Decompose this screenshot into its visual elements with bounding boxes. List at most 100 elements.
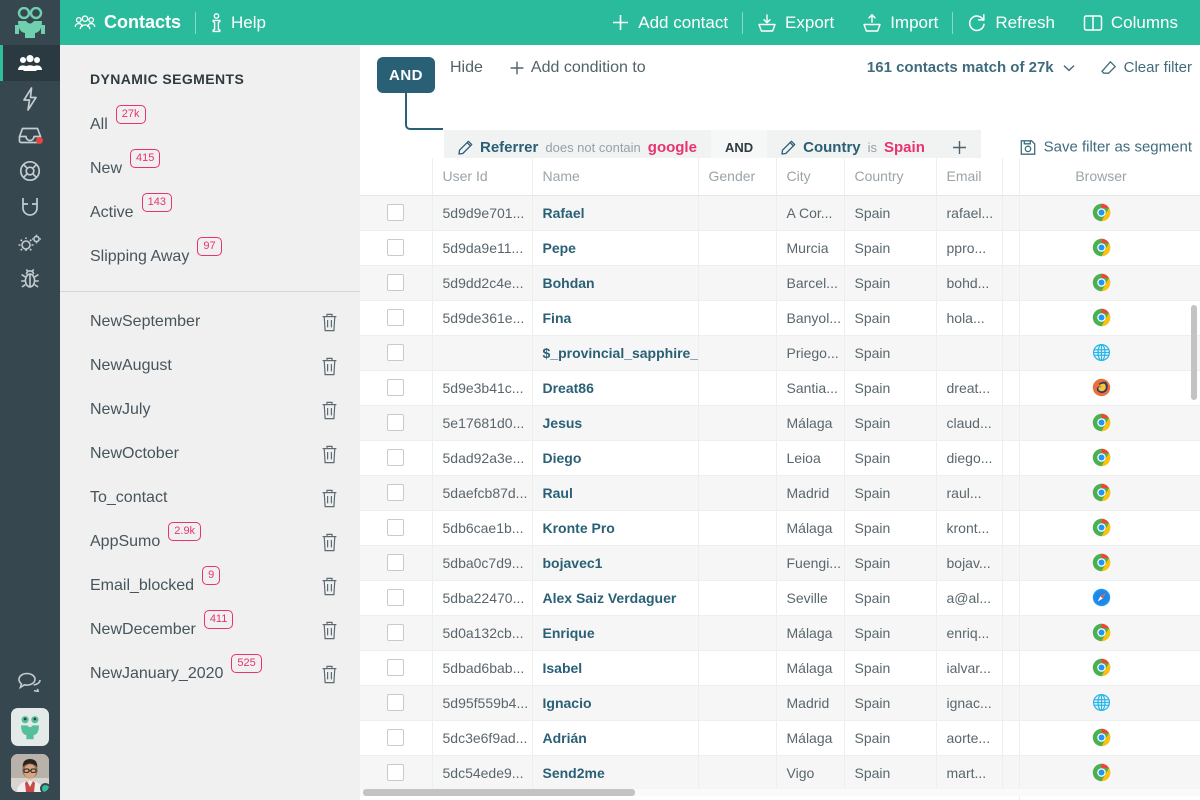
sidebar-item-chat[interactable] [0,664,60,700]
row-select-cell[interactable] [360,755,432,790]
delete-segment-button[interactable] [321,489,338,508]
cell-name[interactable]: Pepe [532,230,698,265]
delete-segment-button[interactable] [321,401,338,420]
table-row[interactable]: 5dc3e6f9ad... Adrián Málaga Spain aorte.… [360,720,1200,755]
row-checkbox[interactable] [387,239,404,256]
row-select-cell[interactable] [360,685,432,720]
vertical-scrollbar-thumb[interactable] [1191,305,1197,400]
segment-item-active[interactable]: Active 143 [60,191,360,235]
row-select-cell[interactable] [360,440,432,475]
cell-name[interactable]: Adrián [532,720,698,755]
brand-avatar[interactable] [11,708,49,746]
segment-item-slipping-away[interactable]: Slipping Away 97 [60,235,360,279]
cell-name[interactable]: Fina [532,300,698,335]
table-row[interactable]: 5dad92a3e... Diego Leioa Spain diego... [360,440,1200,475]
row-checkbox[interactable] [387,414,404,431]
save-filter-as-segment-button[interactable]: Save filter as segment [1020,139,1192,156]
contacts-match-count[interactable]: 161 contacts match of 27k [867,59,1075,76]
table-row[interactable]: 5d9da9e11... Pepe Murcia Spain ppro... [360,230,1200,265]
saved-segment-item[interactable]: To_contact [60,476,360,520]
cell-name[interactable]: Jesus [532,405,698,440]
sidebar-item-contacts[interactable] [0,45,60,81]
row-checkbox[interactable] [387,624,404,641]
export-button[interactable]: Export [743,0,848,45]
row-select-cell[interactable] [360,405,432,440]
import-button[interactable]: Import [848,0,952,45]
refresh-button[interactable]: Refresh [953,0,1069,45]
cell-name[interactable]: Bohdan [532,265,698,300]
hide-filter-button[interactable]: Hide [450,59,483,77]
row-select-cell[interactable] [360,370,432,405]
nav-contacts[interactable]: Contacts [60,0,195,45]
saved-segment-item[interactable]: NewDecember411 [60,608,360,652]
column-header-city[interactable]: City [776,158,844,195]
delete-segment-button[interactable] [321,621,338,640]
columns-button[interactable]: Columns [1069,0,1192,45]
row-select-cell[interactable] [360,475,432,510]
row-select-cell[interactable] [360,580,432,615]
saved-segment-item[interactable]: NewJuly [60,388,360,432]
user-avatar[interactable] [11,754,49,792]
cell-name[interactable]: Alex Saiz Verdaguer [532,580,698,615]
table-row[interactable]: 5d9de361e... Fina Banyol... Spain hola..… [360,300,1200,335]
row-checkbox[interactable] [387,344,404,361]
column-header-user-id[interactable]: User Id [432,158,532,195]
clear-filter-button[interactable]: Clear filter [1101,59,1192,76]
row-checkbox[interactable] [387,204,404,221]
horizontal-scrollbar-thumb[interactable] [363,789,635,796]
row-checkbox[interactable] [387,764,404,781]
table-row[interactable]: 5d9e3b41c... Dreat86 Santia... Spain dre… [360,370,1200,405]
column-header-email[interactable]: Email [936,158,1002,195]
row-select-cell[interactable] [360,195,432,230]
saved-segment-item[interactable]: Email_blocked9 [60,564,360,608]
row-checkbox[interactable] [387,519,404,536]
saved-segment-item[interactable]: NewOctober [60,432,360,476]
cell-name[interactable]: $_provincial_sapphire_do [532,335,698,370]
saved-segment-item[interactable]: AppSumo2.9k [60,520,360,564]
row-select-cell[interactable] [360,265,432,300]
table-row[interactable]: 5d9dd2c4e... Bohdan Barcel... Spain bohd… [360,265,1200,300]
cell-name[interactable]: Isabel [532,650,698,685]
segment-item-all[interactable]: All 27k [60,103,360,147]
delete-segment-button[interactable] [321,313,338,332]
column-header-select[interactable] [360,158,432,195]
and-operator-chip[interactable]: AND [377,57,435,93]
table-row[interactable]: 5dba22470... Alex Saiz Verdaguer Seville… [360,580,1200,615]
row-select-cell[interactable] [360,335,432,370]
nav-help[interactable]: Help [196,0,280,45]
row-select-cell[interactable] [360,300,432,335]
column-header-gender[interactable]: Gender [698,158,776,195]
add-contact-button[interactable]: Add contact [597,0,742,45]
column-header-browser[interactable]: Browser [1002,158,1200,195]
sidebar-item-magnet[interactable] [0,189,60,225]
row-checkbox[interactable] [387,694,404,711]
row-checkbox[interactable] [387,274,404,291]
cell-name[interactable]: Raul [532,475,698,510]
sidebar-item-inbox[interactable] [0,117,60,153]
delete-segment-button[interactable] [321,357,338,376]
row-select-cell[interactable] [360,650,432,685]
sidebar-item-debug[interactable] [0,261,60,297]
cell-name[interactable]: Kronte Pro [532,510,698,545]
sidebar-item-settings[interactable] [0,225,60,261]
cell-name[interactable]: bojavec1 [532,545,698,580]
row-select-cell[interactable] [360,230,432,265]
table-row[interactable]: 5db6cae1b... Kronte Pro Málaga Spain kro… [360,510,1200,545]
row-select-cell[interactable] [360,720,432,755]
app-logo[interactable] [0,0,60,45]
table-row[interactable]: 5dbad6bab... Isabel Málaga Spain ialvar.… [360,650,1200,685]
table-row[interactable]: 5d95f559b4... Ignacio Madrid Spain ignac… [360,685,1200,720]
table-row[interactable]: 5daefcb87d... Raul Madrid Spain raul... [360,475,1200,510]
table-row[interactable]: $_provincial_sapphire_do Priego... Spain [360,335,1200,370]
cell-name[interactable]: Ignacio [532,685,698,720]
cell-name[interactable]: Dreat86 [532,370,698,405]
row-checkbox[interactable] [387,484,404,501]
delete-segment-button[interactable] [321,445,338,464]
sidebar-item-automation[interactable] [0,81,60,117]
add-condition-button[interactable]: Add condition to [509,59,646,77]
column-header-name[interactable]: Name [532,158,698,195]
contacts-table[interactable]: User Id Name Gender City Country Email B… [360,158,1200,800]
row-checkbox[interactable] [387,554,404,571]
row-checkbox[interactable] [387,449,404,466]
table-row[interactable]: 5dba0c7d9... bojavec1 Fuengi... Spain bo… [360,545,1200,580]
